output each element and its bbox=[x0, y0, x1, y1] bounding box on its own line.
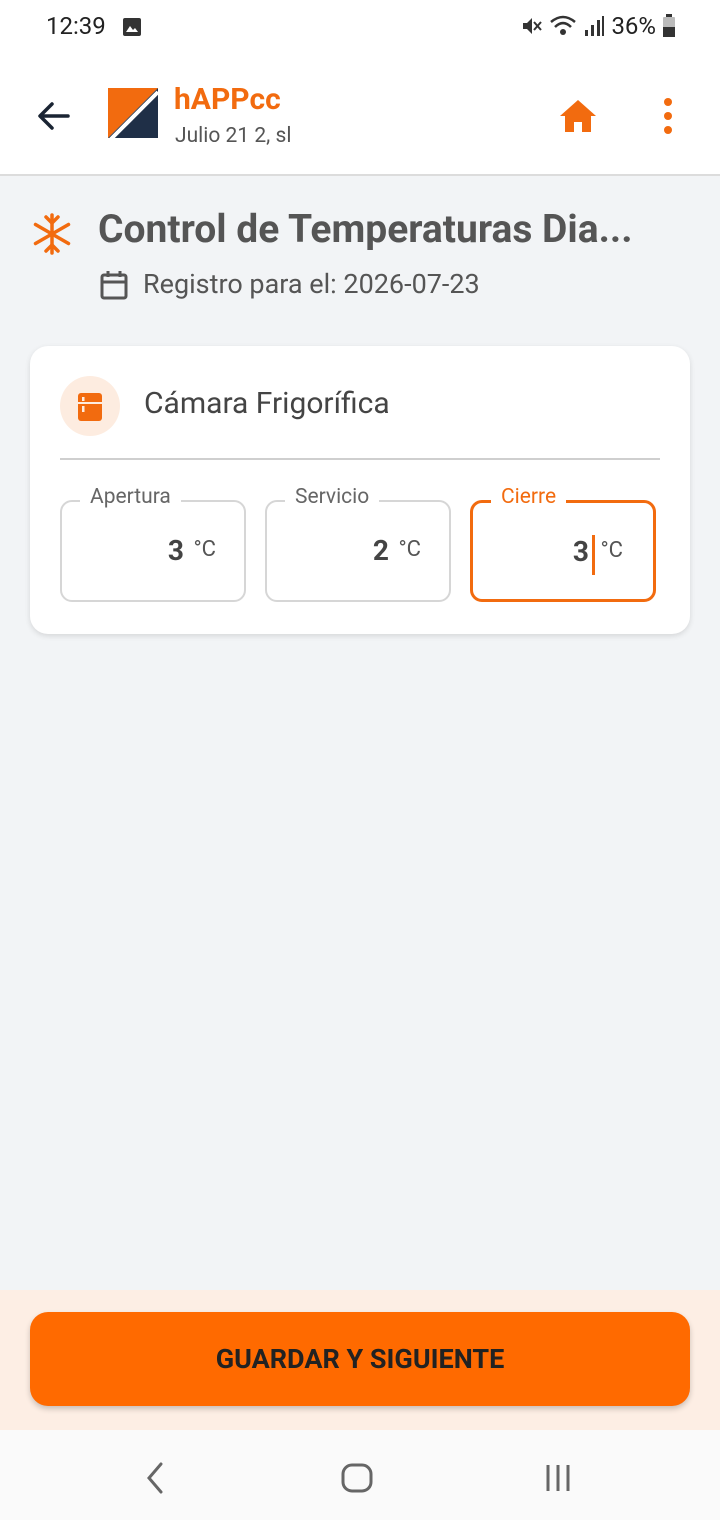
servicio-field[interactable]: Servicio 2 °C bbox=[265, 485, 451, 602]
back-arrow-icon[interactable] bbox=[32, 94, 76, 138]
home-icon[interactable] bbox=[556, 94, 600, 138]
calendar-icon bbox=[100, 271, 128, 300]
company-name: Julio 21 2, sl bbox=[175, 124, 292, 148]
card-title: Cámara Frigorífica bbox=[144, 386, 390, 421]
apertura-field[interactable]: Apertura 3 °C bbox=[60, 485, 246, 602]
field-unit: °C bbox=[398, 537, 421, 562]
field-label: Cierre bbox=[491, 485, 567, 509]
text-cursor bbox=[592, 535, 595, 575]
divider bbox=[60, 458, 660, 460]
wifi-icon bbox=[550, 15, 577, 35]
record-date: Registro para el: 2026-07-23 bbox=[143, 268, 480, 300]
app-name: hAPPcc bbox=[174, 82, 281, 117]
page-title: Control de Temperaturas Dia... bbox=[98, 206, 633, 252]
app-logo bbox=[108, 88, 160, 142]
nav-home-icon[interactable] bbox=[337, 1458, 377, 1498]
field-value: 2 bbox=[372, 534, 389, 567]
nav-recents-icon[interactable] bbox=[538, 1458, 578, 1498]
system-nav-bar bbox=[0, 1430, 720, 1520]
more-vert-icon[interactable] bbox=[654, 94, 682, 138]
field-unit: °C bbox=[193, 537, 216, 562]
field-label: Apertura bbox=[80, 485, 181, 509]
signal-icon bbox=[585, 16, 605, 36]
image-notification-icon bbox=[123, 18, 141, 36]
cierre-field[interactable]: Cierre 3 °C bbox=[470, 485, 656, 602]
field-value: 3 bbox=[167, 534, 184, 567]
equipment-card: Cámara Frigorífica Apertura 3 °C Servici… bbox=[30, 346, 690, 634]
app-bar: hAPPcc Julio 21 2, sl bbox=[0, 56, 720, 176]
fridge-icon-badge bbox=[60, 376, 120, 436]
save-next-button[interactable]: GUARDAR Y SIGUIENTE bbox=[30, 1312, 690, 1406]
fridge-icon bbox=[78, 393, 102, 421]
battery-percent: 36% bbox=[611, 12, 656, 40]
nav-back-icon[interactable] bbox=[136, 1458, 176, 1498]
status-indicators: 36% bbox=[519, 12, 676, 40]
mute-icon bbox=[523, 18, 543, 34]
status-time: 12:39 bbox=[46, 12, 106, 40]
status-bar: 12:39 36% bbox=[0, 0, 720, 56]
battery-icon bbox=[663, 14, 675, 37]
field-unit: °C bbox=[600, 538, 623, 563]
field-value: 3 bbox=[572, 535, 589, 568]
field-label: Servicio bbox=[285, 485, 380, 509]
snowflake-icon bbox=[33, 213, 71, 255]
footer-area: GUARDAR Y SIGUIENTE bbox=[0, 1290, 720, 1430]
